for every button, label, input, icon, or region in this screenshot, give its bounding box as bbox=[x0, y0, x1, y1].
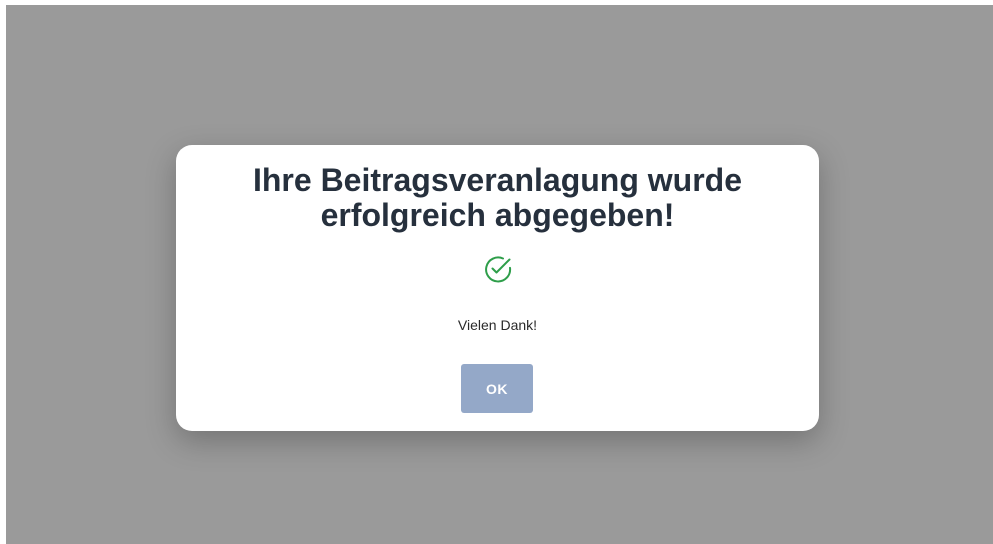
ok-button[interactable]: OK bbox=[461, 364, 533, 413]
thank-you-message: Vielen Dank! bbox=[457, 317, 538, 333]
check-circle-icon bbox=[483, 254, 513, 284]
dialog-title: Ihre Beitragsveranlagung wurde erfolgrei… bbox=[252, 162, 742, 233]
success-dialog: Ihre Beitragsveranlagung wurde erfolgrei… bbox=[176, 145, 819, 431]
